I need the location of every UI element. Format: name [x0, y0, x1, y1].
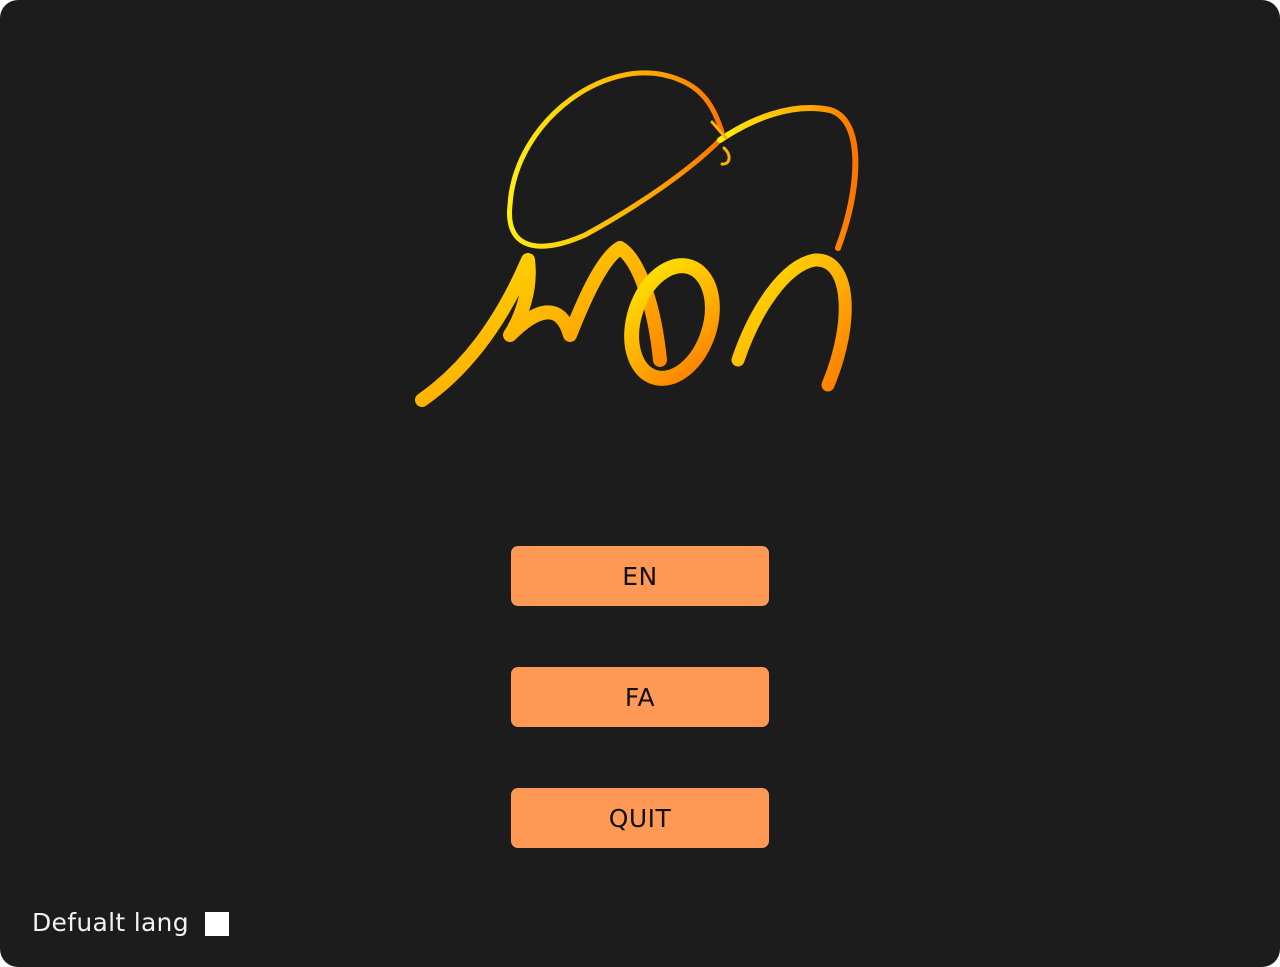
- app-logo: [415, 70, 859, 407]
- default-lang-row: Defualt lang: [32, 902, 229, 942]
- quit-button[interactable]: QUIT: [511, 788, 769, 848]
- en-button[interactable]: EN: [511, 546, 769, 606]
- fa-button[interactable]: FA: [511, 667, 769, 727]
- default-lang-label: Defualt lang: [32, 907, 189, 937]
- default-lang-checkbox[interactable]: [204, 912, 229, 936]
- app-window: EN FA QUIT Defualt lang: [0, 0, 1280, 967]
